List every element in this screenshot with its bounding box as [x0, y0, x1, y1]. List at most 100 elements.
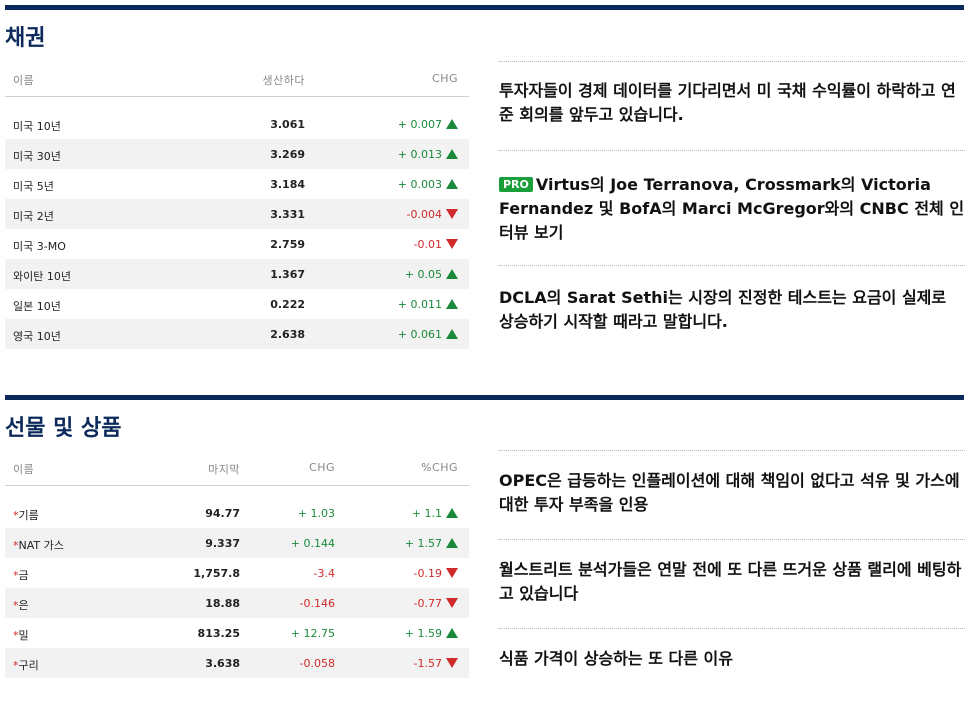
bond-row[interactable]: 미국 30년 3.269 + 0.013	[5, 139, 469, 169]
futures-pct-cell: + 1.57	[345, 537, 458, 550]
news-item[interactable]: 식품 가격이 상승하는 또 다른 이유	[499, 628, 965, 702]
futures-last: 18.88	[205, 597, 240, 610]
col-header-name: 이름	[13, 74, 35, 87]
bond-chg-cell: + 0.061	[335, 328, 458, 341]
bond-yield: 3.184	[270, 178, 305, 191]
bond-name[interactable]: 와이탄 10년	[13, 268, 71, 284]
news-link[interactable]: OPEC은 급등하는 인플레이션에 대해 책임이 없다고 석유 및 가스에 대한…	[499, 471, 960, 514]
futures-last: 813.25	[197, 627, 240, 640]
bond-chg: + 0.007	[397, 118, 442, 131]
news-link[interactable]: 월스트리트 분석가들은 연말 전에 또 다른 뜨거운 상품 랠리에 베팅하고 있…	[499, 560, 961, 603]
futures-name[interactable]: 기름	[19, 509, 39, 522]
bond-name[interactable]: 미국 5년	[13, 178, 54, 194]
futures-name[interactable]: 은	[19, 599, 29, 612]
futures-name[interactable]: NAT 가스	[19, 539, 64, 552]
bond-chg: -0.004	[406, 208, 442, 221]
bond-chg: + 0.061	[397, 328, 442, 341]
futures-row[interactable]: *은 18.88 -0.146 -0.77	[5, 588, 469, 618]
futures-name-cell[interactable]: *밀	[13, 627, 29, 643]
bond-row[interactable]: 영국 10년 2.638 + 0.061	[5, 319, 469, 349]
bond-yield: 3.269	[270, 148, 305, 161]
pro-badge: PRO	[499, 177, 533, 192]
futures-row[interactable]: *기름 94.77 + 1.03 + 1.1	[5, 498, 469, 528]
arrow-up-icon	[446, 508, 458, 518]
arrow-down-icon	[446, 658, 458, 668]
futures-title[interactable]: 선물 및 상품	[5, 410, 122, 442]
futures-chg: + 12.75	[290, 627, 335, 640]
bond-name[interactable]: 미국 30년	[13, 148, 61, 164]
futures-row[interactable]: *구리 3.638 -0.058 -1.57	[5, 648, 469, 678]
futures-name-cell[interactable]: *NAT 가스	[13, 537, 64, 553]
bond-yield: 2.759	[270, 238, 305, 251]
bond-row[interactable]: 미국 10년 3.061 + 0.007	[5, 109, 469, 139]
futures-chg: + 0.144	[290, 537, 335, 550]
futures-pct: + 1.1	[411, 507, 442, 520]
futures-row[interactable]: *NAT 가스 9.337 + 0.144 + 1.57	[5, 528, 469, 558]
bond-row[interactable]: 미국 3-MO 2.759 -0.01	[5, 229, 469, 259]
bond-name[interactable]: 영국 10년	[13, 328, 61, 344]
futures-name-cell[interactable]: *구리	[13, 657, 39, 673]
bond-chg-cell: + 0.003	[335, 178, 458, 191]
bond-chg-cell: + 0.007	[335, 118, 458, 131]
bond-chg-cell: + 0.05	[335, 268, 458, 281]
col-header-yield: 생산하다	[262, 74, 305, 87]
futures-pct: + 1.59	[404, 627, 442, 640]
futures-last: 94.77	[205, 507, 240, 520]
news-link[interactable]: Virtus의 Joe Terranova, Crossmark의 Victor…	[499, 175, 964, 242]
arrow-up-icon	[446, 628, 458, 638]
arrow-up-icon	[446, 269, 458, 279]
section-divider	[5, 5, 964, 10]
bond-row[interactable]: 일본 10년 0.222 + 0.011	[5, 289, 469, 319]
futures-name[interactable]: 밀	[19, 629, 29, 642]
futures-name[interactable]: 구리	[19, 659, 39, 672]
bond-row[interactable]: 미국 2년 3.331 -0.004	[5, 199, 469, 229]
bonds-title[interactable]: 채권	[5, 20, 45, 52]
bond-yield: 0.222	[270, 298, 305, 311]
arrow-up-icon	[446, 299, 458, 309]
arrow-down-icon	[446, 568, 458, 578]
futures-last: 1,757.8	[193, 567, 240, 580]
futures-chg: -0.058	[299, 657, 335, 670]
bond-name[interactable]: 미국 2년	[13, 208, 54, 224]
futures-row[interactable]: *금 1,757.8 -3.4 -0.19	[5, 558, 469, 588]
bond-yield: 3.331	[270, 208, 305, 221]
futures-chg: -0.146	[299, 597, 335, 610]
futures-table: 이름 마지막 CHG %CHG *기름 94.77 + 1.03 + 1.1 *NAT …	[5, 453, 469, 678]
bond-yield: 1.367	[270, 268, 305, 281]
bond-name[interactable]: 미국 3-MO	[13, 238, 66, 254]
futures-pct-cell: -0.77	[345, 597, 458, 610]
bond-chg: + 0.013	[397, 148, 442, 161]
bond-yield: 3.061	[270, 118, 305, 131]
arrow-up-icon	[446, 149, 458, 159]
arrow-up-icon	[446, 538, 458, 548]
futures-name[interactable]: 금	[19, 569, 29, 582]
futures-pct: -1.57	[413, 657, 442, 670]
futures-row[interactable]: *밀 813.25 + 12.75 + 1.59	[5, 618, 469, 648]
bond-name[interactable]: 일본 10년	[13, 298, 61, 314]
bond-chg-cell: + 0.011	[335, 298, 458, 311]
bond-chg: + 0.003	[397, 178, 442, 191]
futures-name-cell[interactable]: *금	[13, 567, 29, 583]
futures-name-cell[interactable]: *은	[13, 597, 29, 613]
futures-chg: + 1.03	[297, 507, 335, 520]
bond-row[interactable]: 미국 5년 3.184 + 0.003	[5, 169, 469, 199]
bond-yield: 2.638	[270, 328, 305, 341]
bond-row[interactable]: 와이탄 10년 1.367 + 0.05	[5, 259, 469, 289]
col-header-last: 마지막	[208, 463, 240, 476]
news-item[interactable]: DCLA의 Sarat Sethi는 시장의 진정한 테스트는 요금이 실제로 …	[499, 265, 965, 376]
futures-pct-cell: -1.57	[345, 657, 458, 670]
arrow-down-icon	[446, 209, 458, 219]
bonds-table: 이름 생산하다 CHG 미국 10년 3.061 + 0.007 미국 30년 3.26…	[5, 64, 469, 349]
arrow-down-icon	[446, 598, 458, 608]
arrow-up-icon	[446, 329, 458, 339]
arrow-up-icon	[446, 179, 458, 189]
news-link[interactable]: 투자자들이 경제 데이터를 기다리면서 미 국채 수익률이 하락하고 연준 회의…	[499, 81, 956, 124]
news-link[interactable]: 식품 가격이 상승하는 또 다른 이유	[499, 649, 733, 668]
futures-pct-cell: -0.19	[345, 567, 458, 580]
news-link[interactable]: DCLA의 Sarat Sethi는 시장의 진정한 테스트는 요금이 실제로 …	[499, 288, 946, 331]
futures-name-cell[interactable]: *기름	[13, 507, 39, 523]
arrow-down-icon	[446, 239, 458, 249]
bond-name[interactable]: 미국 10년	[13, 118, 61, 134]
col-header-pct: %CHG	[421, 461, 458, 474]
bonds-table-header: 이름 생산하다 CHG	[5, 64, 469, 97]
